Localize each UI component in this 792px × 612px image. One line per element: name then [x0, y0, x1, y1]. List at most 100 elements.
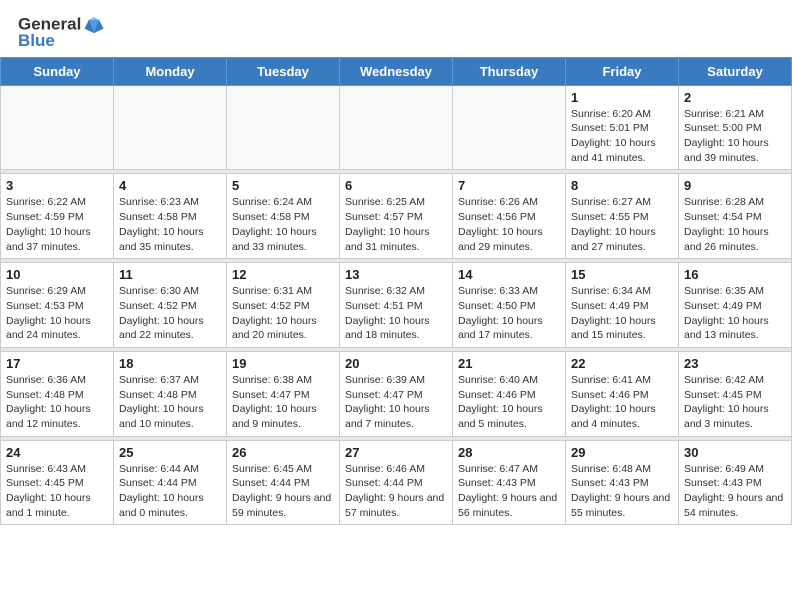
logo: General Blue: [18, 14, 105, 51]
calendar-cell: 26 Sunrise: 6:45 AM Sunset: 4:44 PM Dayli…: [227, 440, 340, 525]
day-info: Sunrise: 6:43 AM Sunset: 4:45 PM Dayligh…: [6, 462, 108, 521]
calendar-cell: 15 Sunrise: 6:34 AM Sunset: 4:49 PM Dayli…: [566, 263, 679, 348]
calendar-cell: 18Sunrise: 6:37 AM Sunset: 4:48 PM Dayli…: [114, 351, 227, 436]
day-number: 29: [571, 445, 673, 460]
page-header: General Blue: [0, 0, 792, 57]
day-number: 20: [345, 356, 447, 371]
day-number: 14: [458, 267, 560, 282]
weekday-header-row: SundayMondayTuesdayWednesdayThursdayFrid…: [1, 57, 792, 85]
calendar-week-1: 3 Sunrise: 6:22 AM Sunset: 4:59 PM Daylig…: [1, 174, 792, 259]
calendar-cell: [1, 85, 114, 170]
day-info: Sunrise: 6:24 AM Sunset: 4:58 PM Dayligh…: [232, 195, 334, 254]
day-info: Sunrise: 6:22 AM Sunset: 4:59 PM Dayligh…: [6, 195, 108, 254]
weekday-header-saturday: Saturday: [679, 57, 792, 85]
weekday-header-friday: Friday: [566, 57, 679, 85]
day-info: Sunrise: 6:44 AM Sunset: 4:44 PM Dayligh…: [119, 462, 221, 521]
day-info: Sunrise: 6:23 AM Sunset: 4:58 PM Dayligh…: [119, 195, 221, 254]
day-number: 12: [232, 267, 334, 282]
calendar-body: 1Sunrise: 6:20 AM Sunset: 5:01 PM Daylig…: [1, 85, 792, 525]
calendar-cell: 6 Sunrise: 6:25 AM Sunset: 4:57 PM Daylig…: [340, 174, 453, 259]
day-number: 19: [232, 356, 334, 371]
calendar-cell: 25 Sunrise: 6:44 AM Sunset: 4:44 PM Dayli…: [114, 440, 227, 525]
day-info: Sunrise: 6:28 AM Sunset: 4:54 PM Dayligh…: [684, 195, 786, 254]
calendar-cell: 16 Sunrise: 6:35 AM Sunset: 4:49 PM Dayli…: [679, 263, 792, 348]
calendar-cell: 3 Sunrise: 6:22 AM Sunset: 4:59 PM Daylig…: [1, 174, 114, 259]
calendar-cell: [114, 85, 227, 170]
day-number: 23: [684, 356, 786, 371]
day-number: 25: [119, 445, 221, 460]
calendar-cell: 21 Sunrise: 6:40 AM Sunset: 4:46 PM Dayli…: [453, 351, 566, 436]
day-number: 13: [345, 267, 447, 282]
day-info: Sunrise: 6:34 AM Sunset: 4:49 PM Dayligh…: [571, 284, 673, 343]
calendar-cell: 30 Sunrise: 6:49 AM Sunset: 4:43 PM Dayli…: [679, 440, 792, 525]
calendar-cell: 2 Sunrise: 6:21 AM Sunset: 5:00 PM Daylig…: [679, 85, 792, 170]
day-info: Sunrise: 6:32 AM Sunset: 4:51 PM Dayligh…: [345, 284, 447, 343]
calendar-cell: 24 Sunrise: 6:43 AM Sunset: 4:45 PM Dayli…: [1, 440, 114, 525]
logo-text: General Blue: [18, 14, 105, 51]
day-number: 30: [684, 445, 786, 460]
calendar-cell: 27 Sunrise: 6:46 AM Sunset: 4:44 PM Dayli…: [340, 440, 453, 525]
calendar-cell: 14 Sunrise: 6:33 AM Sunset: 4:50 PM Dayli…: [453, 263, 566, 348]
day-number: 11: [119, 267, 221, 282]
day-number: 7: [458, 178, 560, 193]
day-number: 21: [458, 356, 560, 371]
day-info: Sunrise: 6:46 AM Sunset: 4:44 PM Dayligh…: [345, 462, 447, 521]
calendar-cell: 8Sunrise: 6:27 AM Sunset: 4:55 PM Daylig…: [566, 174, 679, 259]
day-info: Sunrise: 6:37 AM Sunset: 4:48 PM Dayligh…: [119, 373, 221, 432]
day-info: Sunrise: 6:27 AM Sunset: 4:55 PM Dayligh…: [571, 195, 673, 254]
day-number: 10: [6, 267, 108, 282]
day-info: Sunrise: 6:20 AM Sunset: 5:01 PM Dayligh…: [571, 107, 673, 166]
calendar-cell: 22Sunrise: 6:41 AM Sunset: 4:46 PM Dayli…: [566, 351, 679, 436]
day-info: Sunrise: 6:25 AM Sunset: 4:57 PM Dayligh…: [345, 195, 447, 254]
logo-icon: [83, 14, 105, 36]
day-number: 6: [345, 178, 447, 193]
calendar-cell: 9 Sunrise: 6:28 AM Sunset: 4:54 PM Daylig…: [679, 174, 792, 259]
calendar-week-3: 17Sunrise: 6:36 AM Sunset: 4:48 PM Dayli…: [1, 351, 792, 436]
weekday-header-sunday: Sunday: [1, 57, 114, 85]
calendar-cell: [453, 85, 566, 170]
calendar-cell: 4 Sunrise: 6:23 AM Sunset: 4:58 PM Daylig…: [114, 174, 227, 259]
calendar-cell: 10 Sunrise: 6:29 AM Sunset: 4:53 PM Dayli…: [1, 263, 114, 348]
weekday-header-monday: Monday: [114, 57, 227, 85]
day-number: 28: [458, 445, 560, 460]
calendar-cell: 12Sunrise: 6:31 AM Sunset: 4:52 PM Dayli…: [227, 263, 340, 348]
day-number: 2: [684, 90, 786, 105]
day-info: Sunrise: 6:40 AM Sunset: 4:46 PM Dayligh…: [458, 373, 560, 432]
calendar-cell: 20 Sunrise: 6:39 AM Sunset: 4:47 PM Dayli…: [340, 351, 453, 436]
calendar-cell: 17Sunrise: 6:36 AM Sunset: 4:48 PM Dayli…: [1, 351, 114, 436]
day-info: Sunrise: 6:38 AM Sunset: 4:47 PM Dayligh…: [232, 373, 334, 432]
calendar-cell: [227, 85, 340, 170]
day-info: Sunrise: 6:21 AM Sunset: 5:00 PM Dayligh…: [684, 107, 786, 166]
day-number: 5: [232, 178, 334, 193]
day-info: Sunrise: 6:48 AM Sunset: 4:43 PM Dayligh…: [571, 462, 673, 521]
day-number: 27: [345, 445, 447, 460]
day-number: 24: [6, 445, 108, 460]
day-number: 4: [119, 178, 221, 193]
day-info: Sunrise: 6:30 AM Sunset: 4:52 PM Dayligh…: [119, 284, 221, 343]
day-info: Sunrise: 6:49 AM Sunset: 4:43 PM Dayligh…: [684, 462, 786, 521]
weekday-header-tuesday: Tuesday: [227, 57, 340, 85]
day-number: 15: [571, 267, 673, 282]
day-info: Sunrise: 6:33 AM Sunset: 4:50 PM Dayligh…: [458, 284, 560, 343]
day-number: 3: [6, 178, 108, 193]
calendar-cell: 7Sunrise: 6:26 AM Sunset: 4:56 PM Daylig…: [453, 174, 566, 259]
calendar-cell: 13 Sunrise: 6:32 AM Sunset: 4:51 PM Dayli…: [340, 263, 453, 348]
calendar-week-4: 24 Sunrise: 6:43 AM Sunset: 4:45 PM Dayli…: [1, 440, 792, 525]
day-number: 26: [232, 445, 334, 460]
day-info: Sunrise: 6:35 AM Sunset: 4:49 PM Dayligh…: [684, 284, 786, 343]
day-info: Sunrise: 6:39 AM Sunset: 4:47 PM Dayligh…: [345, 373, 447, 432]
calendar-cell: 1Sunrise: 6:20 AM Sunset: 5:01 PM Daylig…: [566, 85, 679, 170]
day-info: Sunrise: 6:29 AM Sunset: 4:53 PM Dayligh…: [6, 284, 108, 343]
calendar-cell: 19 Sunrise: 6:38 AM Sunset: 4:47 PM Dayli…: [227, 351, 340, 436]
calendar-cell: 11 Sunrise: 6:30 AM Sunset: 4:52 PM Dayli…: [114, 263, 227, 348]
day-info: Sunrise: 6:45 AM Sunset: 4:44 PM Dayligh…: [232, 462, 334, 521]
weekday-header-thursday: Thursday: [453, 57, 566, 85]
calendar-cell: [340, 85, 453, 170]
day-info: Sunrise: 6:42 AM Sunset: 4:45 PM Dayligh…: [684, 373, 786, 432]
weekday-header-wednesday: Wednesday: [340, 57, 453, 85]
day-number: 22: [571, 356, 673, 371]
calendar-cell: 5 Sunrise: 6:24 AM Sunset: 4:58 PM Daylig…: [227, 174, 340, 259]
calendar-cell: 28Sunrise: 6:47 AM Sunset: 4:43 PM Dayli…: [453, 440, 566, 525]
day-number: 9: [684, 178, 786, 193]
day-number: 16: [684, 267, 786, 282]
